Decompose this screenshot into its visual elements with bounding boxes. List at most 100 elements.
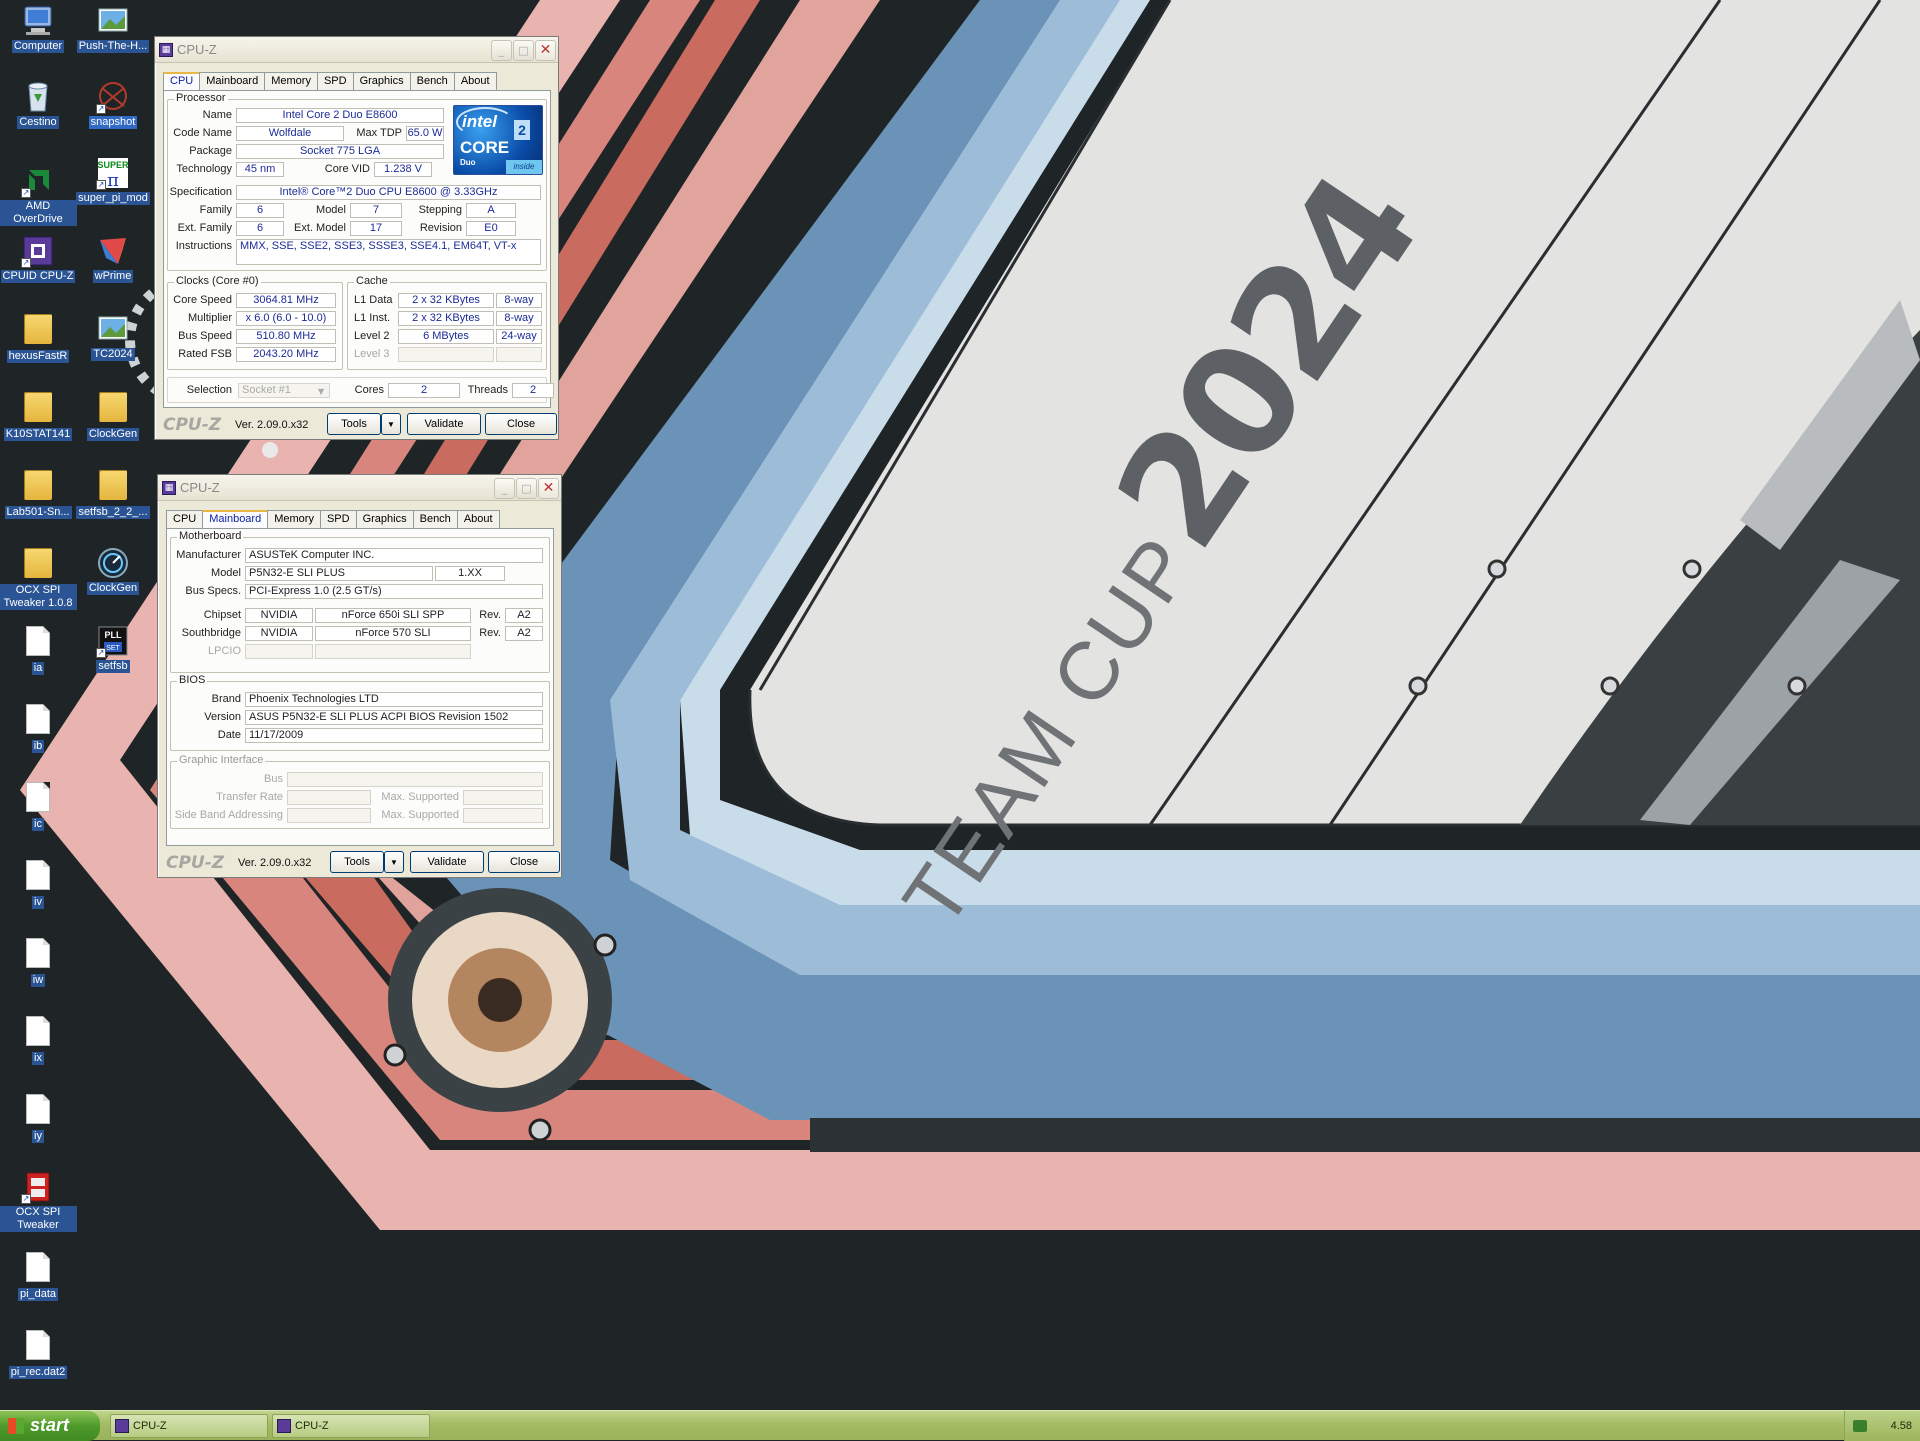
level2-way: 24-way [496, 329, 542, 344]
tab-graphics[interactable]: Graphics [352, 72, 411, 90]
busspecs-label: Bus Specs. [185, 585, 241, 597]
validate-button[interactable]: Validate [407, 413, 481, 435]
tab-bench[interactable]: Bench [412, 510, 458, 528]
bios-version-label: Version [204, 711, 241, 723]
tab-about[interactable]: About [456, 510, 500, 528]
desktop-icon-wprime[interactable]: wPrime [74, 234, 152, 283]
desktop-icon-lab501[interactable]: Lab501-Sn... [0, 468, 77, 519]
tab-cpu[interactable]: CPU [166, 510, 204, 528]
cpuz-window-cpu[interactable]: ▦ CPU-Z _ □ ✕ CPU Mainboard Memory SPD G… [154, 36, 559, 440]
desktop-icon-clockgen-folder[interactable]: ClockGen [74, 390, 152, 441]
svg-text:PLL: PLL [105, 630, 123, 640]
desktop-icon-tc2024[interactable]: TC2024 [74, 312, 152, 361]
desktop-icon-ocx-spi-tweaker-folder[interactable]: OCX SPI Tweaker 1.0.8 [0, 546, 77, 610]
tab-mainboard[interactable]: Mainboard [202, 510, 269, 528]
close-window-button[interactable]: ✕ [538, 478, 559, 499]
tab-bench[interactable]: Bench [409, 72, 455, 90]
motherboard-group: Motherboard Manufacturer ASUSTeK Compute… [170, 530, 550, 673]
selection-label: Selection [186, 384, 232, 396]
technology-label: Technology [176, 163, 232, 175]
tab-about[interactable]: About [453, 72, 497, 90]
tools-button[interactable]: Tools [330, 851, 384, 873]
file-icon [21, 860, 55, 894]
socket-select[interactable]: Socket #1 [238, 383, 330, 398]
snapshot-icon: ↗ [96, 80, 130, 114]
desktop-icon-ia[interactable]: ia [0, 624, 77, 675]
cpuz-window-mainboard[interactable]: ▦ CPU-Z _ □ ✕ CPU Mainboard Memory SPD G… [157, 474, 562, 878]
desktop-icon-super-pi-mod[interactable]: SUPER π ↗ super_pi_mod [74, 156, 152, 205]
computer-icon [21, 4, 55, 38]
gi-maxsupported2-label: Max. Supported [381, 809, 459, 821]
title-bar[interactable]: ▦ CPU-Z _ □ ✕ [155, 37, 558, 63]
tools-dropdown-button[interactable]: ▼ [381, 413, 401, 435]
taskbar-item-cpuz-1[interactable]: CPU-Z [110, 1414, 268, 1438]
desktop-icon-iv[interactable]: iv [0, 858, 77, 909]
close-window-button[interactable]: ✕ [535, 40, 556, 61]
l1inst-value: 2 x 32 KBytes [398, 311, 494, 326]
revision-value: E0 [466, 221, 516, 236]
window-title: CPU-Z [177, 42, 217, 57]
cpu-z-app-icon: ▦ [162, 480, 176, 495]
title-bar[interactable]: ▦ CPU-Z _ □ ✕ [158, 475, 561, 501]
desktop-icon-iw[interactable]: iw [0, 936, 77, 987]
taskbar-item-cpuz-2[interactable]: CPU-Z [272, 1414, 430, 1438]
desktop-icon-ic[interactable]: ic [0, 780, 77, 831]
desktop-icon-pi-data[interactable]: pi_data [0, 1250, 77, 1301]
busspeed-value: 510.80 MHz [236, 329, 336, 344]
desktop-icon-push-the-h[interactable]: Push-The-H... [74, 4, 152, 53]
tab-spd[interactable]: SPD [319, 510, 357, 528]
ratedfsb-value: 2043.20 MHz [236, 347, 336, 362]
minimize-button[interactable]: _ [494, 478, 515, 499]
graphic-interface-group-label: Graphic Interface [177, 754, 266, 766]
gi-maxsupported-value [463, 790, 543, 805]
desktop-icon-ib[interactable]: ib [0, 702, 77, 753]
amd-overdrive-icon: ↗ [21, 164, 55, 198]
maximize-button[interactable]: □ [513, 40, 534, 61]
tab-spd[interactable]: SPD [316, 72, 354, 90]
busspecs-value: PCI-Express 1.0 (2.5 GT/s) [245, 584, 543, 599]
graphic-interface-group: Graphic Interface Bus Transfer Rate Max.… [170, 754, 550, 829]
desktop-icon-snapshot[interactable]: ↗ snapshot [74, 80, 152, 129]
chipset-rev-label: Rev. [479, 609, 501, 621]
start-label: start [30, 1415, 70, 1435]
tools-dropdown-button[interactable]: ▼ [384, 851, 404, 873]
busspeed-label: Bus Speed [178, 330, 232, 342]
desktop-icon-ocx-spi-tweaker[interactable]: ↗ OCX SPI Tweaker [0, 1170, 77, 1232]
maximize-button[interactable]: □ [516, 478, 537, 499]
desktop-icon-setfsb[interactable]: PLL SET ↗ setfsb [74, 624, 152, 673]
desktop-icon-iy[interactable]: iy [0, 1092, 77, 1143]
close-button[interactable]: Close [485, 413, 557, 435]
desktop-icon-pi-rec-dat2[interactable]: pi_rec.dat2 [0, 1328, 77, 1379]
start-button[interactable]: start [0, 1411, 100, 1441]
desktop-icon-ix[interactable]: ix [0, 1014, 77, 1065]
tray-status-icon[interactable] [1853, 1420, 1867, 1432]
tab-mainboard[interactable]: Mainboard [199, 72, 266, 90]
desktop-icon-setfsb-folder[interactable]: setfsb_2_2_... [74, 468, 152, 519]
tab-cpu[interactable]: CPU [163, 72, 201, 90]
desktop-icon-cestino[interactable]: Cestino [0, 80, 77, 129]
level2-label: Level 2 [354, 330, 390, 342]
tab-graphics[interactable]: Graphics [355, 510, 414, 528]
desktop-icon-k10stat141[interactable]: K10STAT141 [0, 390, 77, 441]
lpcio-vendor [245, 644, 313, 659]
desktop-icon-cpuid-cpu-z[interactable]: ↗ CPUID CPU-Z [0, 234, 77, 283]
desktop-icon-computer[interactable]: Computer [0, 4, 77, 53]
minimize-button[interactable]: _ [491, 40, 512, 61]
logo-brand: intel [462, 112, 497, 131]
gi-maxsupported2-value [463, 808, 543, 823]
svg-text:SET: SET [106, 645, 120, 652]
gi-sideband-label: Side Band Addressing [174, 809, 283, 821]
close-button[interactable]: Close [488, 851, 560, 873]
tab-memory[interactable]: Memory [267, 510, 321, 528]
chipset-rev-value: A2 [505, 608, 543, 623]
tray-clock[interactable]: 4.58 [1891, 1420, 1912, 1432]
tools-button[interactable]: Tools [327, 413, 381, 435]
file-icon [21, 1094, 55, 1128]
taskbar-item-label: CPU-Z [133, 1420, 167, 1432]
tab-memory[interactable]: Memory [264, 72, 318, 90]
desktop-icon-hexusfastr[interactable]: hexusFastR [0, 312, 77, 363]
desktop-icon-clockgen-app[interactable]: ClockGen [74, 546, 152, 595]
validate-button[interactable]: Validate [410, 851, 484, 873]
model-label: Model [211, 567, 241, 579]
desktop-icon-amd-overdrive[interactable]: ↗ AMD OverDrive [0, 164, 77, 226]
